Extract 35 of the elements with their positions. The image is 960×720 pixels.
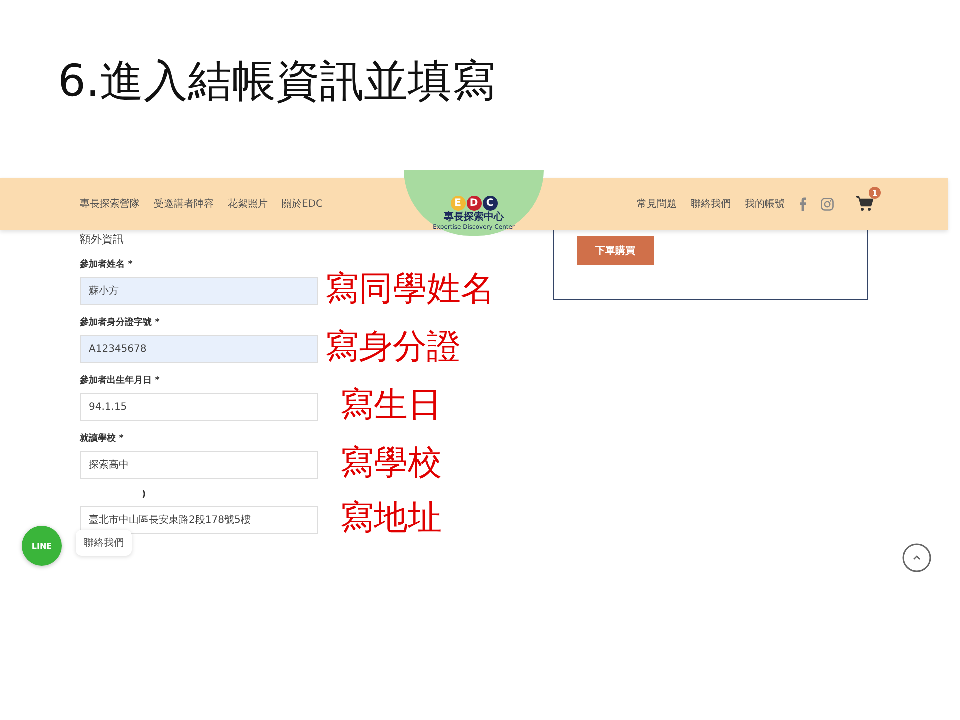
- section-title: 額外資訊: [80, 232, 125, 247]
- logo-letter: C: [482, 196, 498, 211]
- nav-link[interactable]: 關於EDC: [282, 197, 324, 211]
- field-label: ): [142, 490, 146, 500]
- field-label: 參加者出生年月日 *: [80, 374, 160, 387]
- annotation-text: 寫地址: [340, 498, 442, 538]
- field-label: 參加者身分證字號 *: [80, 316, 160, 329]
- logo-letter: E: [450, 196, 466, 211]
- nav-link[interactable]: 受邀講者陣容: [154, 197, 214, 211]
- contact-tooltip[interactable]: 聯絡我們: [76, 530, 132, 556]
- nav-link[interactable]: 我的帳號: [745, 197, 785, 211]
- input-field[interactable]: A12345678: [80, 335, 318, 363]
- annotation-text: 寫學校: [340, 443, 442, 483]
- input-field[interactable]: 探索高中: [80, 451, 318, 479]
- cart-icon[interactable]: [856, 196, 874, 212]
- input-field[interactable]: 94.1.15: [80, 393, 318, 421]
- annotation-text: 寫同學姓名: [325, 269, 495, 309]
- facebook-icon[interactable]: [799, 197, 807, 211]
- logo-letter: D: [466, 196, 482, 211]
- nav-link[interactable]: 常見問題: [637, 197, 677, 211]
- nav-link[interactable]: 花絮照片: [228, 197, 268, 211]
- cart-count-badge: 1: [869, 187, 881, 199]
- field-label: 參加者姓名 *: [80, 258, 133, 271]
- input-field[interactable]: 臺北市中山區長安東路2段178號5樓: [80, 506, 318, 534]
- field-label: 就讀學校 *: [80, 432, 124, 445]
- order-button[interactable]: 下單購買: [577, 236, 654, 265]
- nav-link[interactable]: 聯絡我們: [691, 197, 731, 211]
- scroll-top-icon[interactable]: [902, 543, 932, 573]
- nav-link[interactable]: 專長探索營隊: [80, 197, 140, 211]
- slide-title: 6.進入結帳資訊並填寫: [57, 55, 497, 109]
- input-field[interactable]: 蘇小方: [80, 277, 318, 305]
- annotation-text: 寫身分證: [325, 327, 461, 367]
- instagram-icon[interactable]: [821, 198, 834, 210]
- logo-tagline: 專長探索中心: [444, 212, 504, 224]
- annotation-text: 寫生日: [340, 385, 442, 425]
